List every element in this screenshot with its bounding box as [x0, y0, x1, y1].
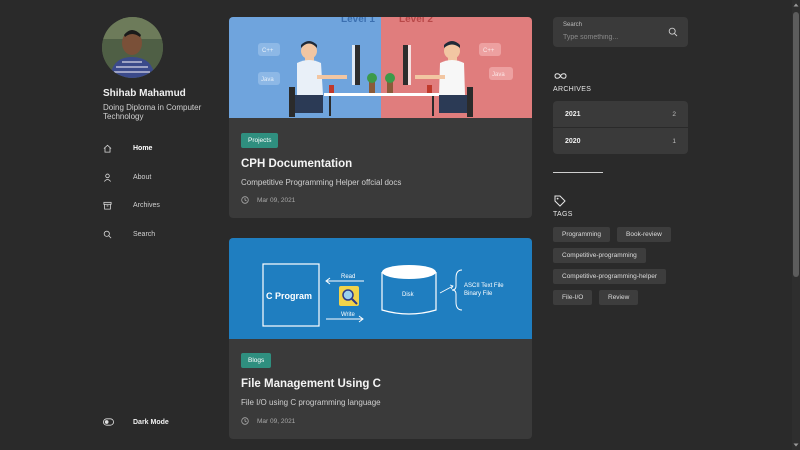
dark-mode-label: Dark Mode — [133, 418, 169, 426]
svg-text:ASCII Text File: ASCII Text File — [464, 283, 504, 289]
archive-row-2020[interactable]: 2020 1 — [553, 128, 688, 154]
svg-text:C++: C++ — [483, 48, 495, 54]
infinity-icon — [554, 73, 567, 79]
archives-heading: ARCHIVES — [553, 86, 592, 93]
tag-chip[interactable]: Book-review — [617, 227, 671, 242]
post-title[interactable]: CPH Documentation — [241, 158, 352, 170]
post-title[interactable]: File Management Using C — [241, 378, 381, 390]
archive-count: 2 — [672, 110, 676, 118]
tag-chip[interactable]: Review — [599, 290, 639, 305]
toggle-icon — [103, 418, 114, 426]
archive-row-2021[interactable]: 2021 2 — [553, 101, 688, 127]
archive-icon — [103, 201, 112, 210]
tag-chip[interactable]: Competitive-programming-helper — [553, 269, 667, 284]
user-icon — [104, 173, 111, 182]
post-subtitle: File I/O using C programming language — [241, 398, 381, 407]
svg-text:Disk: Disk — [402, 292, 415, 298]
avatar[interactable] — [102, 17, 163, 78]
author-name: Shihab Mahamud — [103, 88, 186, 99]
tag-chip[interactable]: Competitive-programming — [553, 248, 646, 263]
tag-icon — [554, 195, 566, 207]
nav-label-search: Search — [133, 230, 156, 238]
svg-text:Java: Java — [492, 72, 505, 78]
post-card[interactable]: Level 1 Level 2 C++ Java C++ Java Projec… — [229, 17, 532, 218]
home-icon — [103, 144, 112, 153]
post-date: Mar 09, 2021 — [241, 196, 295, 204]
post-date-text: Mar 09, 2021 — [257, 417, 296, 425]
archive-year: 2020 — [565, 137, 581, 145]
dark-mode-toggle[interactable]: Dark Mode — [103, 415, 169, 429]
post-card[interactable]: C Program Read Write Disk ASCII Text Fil… — [229, 238, 532, 439]
tags-heading: TAGS — [553, 211, 573, 218]
nav-label-home: Home — [133, 144, 153, 152]
nav-item-home[interactable]: Home — [103, 141, 152, 155]
nav-item-archives[interactable]: Archives — [103, 198, 160, 212]
search-label: Search — [563, 22, 583, 28]
tag-chip[interactable]: Programming — [553, 227, 611, 242]
clock-icon — [241, 417, 249, 425]
archives-list: 2021 2 2020 1 — [553, 101, 688, 154]
clock-icon — [241, 196, 249, 204]
post-date: Mar 09, 2021 — [241, 417, 295, 425]
scrollbar-thumb[interactable] — [793, 12, 799, 277]
search-icon[interactable] — [668, 27, 678, 37]
nav-item-search[interactable]: Search — [103, 227, 155, 241]
svg-text:Level 1: Level 1 — [341, 17, 375, 25]
nav-item-about[interactable]: About — [103, 170, 151, 184]
post-thumbnail-coding-levels: Level 1 Level 2 C++ Java C++ Java — [229, 17, 532, 118]
scroll-down-arrow-icon[interactable] — [793, 442, 799, 448]
archive-count: 1 — [672, 137, 676, 145]
search-input[interactable] — [563, 32, 663, 42]
post-date-text: Mar 09, 2021 — [257, 196, 296, 204]
svg-text:Level 2: Level 2 — [399, 17, 433, 25]
author-bio: Doing Diploma in Computer Technology — [103, 103, 202, 121]
post-thumbnail-file-io: C Program Read Write Disk ASCII Text Fil… — [229, 238, 532, 339]
search-icon — [103, 230, 112, 238]
search-widget: Search — [553, 17, 688, 47]
post-category-badge[interactable]: Blogs — [241, 353, 272, 368]
section-divider — [553, 172, 603, 173]
nav-label-about: About — [133, 173, 152, 181]
svg-text:Write: Write — [341, 312, 356, 318]
post-subtitle: Competitive Programming Helper offcial d… — [241, 178, 402, 187]
scroll-up-arrow-icon[interactable] — [793, 2, 799, 8]
svg-text:C++: C++ — [262, 48, 274, 54]
post-category-badge[interactable]: Projects — [241, 133, 279, 148]
tag-chip[interactable]: File-I/O — [553, 290, 593, 305]
svg-text:Read: Read — [341, 274, 355, 280]
svg-text:Java: Java — [261, 77, 274, 83]
archive-year: 2021 — [565, 110, 581, 118]
nav-label-archives: Archives — [133, 201, 160, 209]
page-scrollbar[interactable] — [792, 0, 800, 450]
svg-text:Binary File: Binary File — [464, 291, 493, 297]
svg-text:C Program: C Program — [266, 291, 312, 301]
avatar-image — [102, 17, 163, 78]
